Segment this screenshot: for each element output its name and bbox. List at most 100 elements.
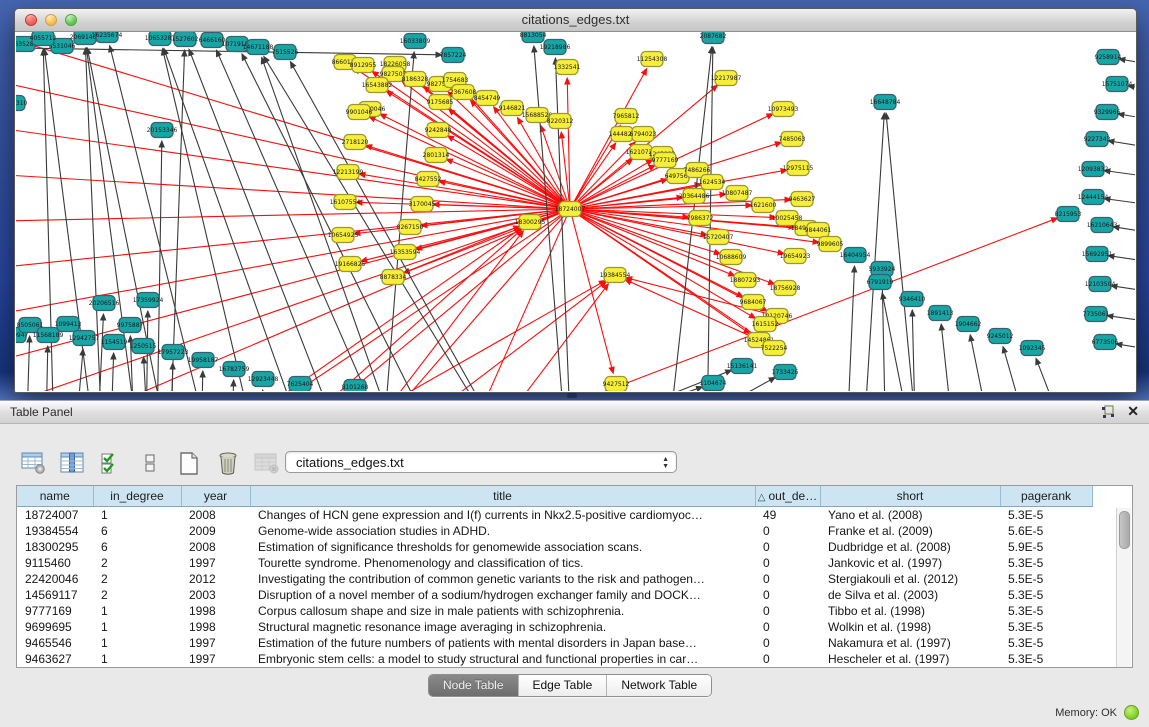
graph-node[interactable]: 6794023	[630, 127, 657, 142]
memory-ok-indicator-icon[interactable]	[1124, 705, 1139, 720]
graph-node[interactable]: 12975115	[783, 161, 814, 176]
graph-node[interactable]: 9463627	[789, 192, 816, 207]
graph-node[interactable]: 17957223	[158, 345, 189, 360]
graph-node[interactable]: 16543882	[362, 78, 393, 93]
graph-node[interactable]: 11254308	[637, 52, 668, 67]
graph-node[interactable]: 9427512	[603, 377, 630, 392]
table-cell[interactable]: 14569117	[17, 587, 93, 603]
graph-edge[interactable]	[76, 349, 83, 391]
graph-node[interactable]: 18807293	[730, 273, 761, 288]
table-cell[interactable]: 1998	[181, 619, 250, 635]
table-cell[interactable]: 5.3E-5	[1000, 587, 1092, 603]
column-header-in-degree[interactable]: in_degree	[93, 486, 181, 507]
graph-edge[interactable]	[1116, 344, 1135, 352]
graph-edge[interactable]	[625, 280, 759, 340]
graph-node[interactable]: 16404954	[840, 248, 871, 263]
table-cell[interactable]: Estimation of the future numbers of pati…	[250, 635, 755, 651]
graph-node[interactable]: 16353594	[390, 245, 421, 260]
graph-node[interactable]: 15751074	[1102, 77, 1133, 92]
table-cell[interactable]: 49	[755, 507, 820, 524]
graph-node[interactable]: 1092345	[1019, 341, 1046, 356]
graph-node[interactable]: 15720407	[703, 230, 734, 245]
graph-node[interactable]: 20364486	[679, 189, 710, 204]
graph-node[interactable]: 9975887	[117, 318, 144, 333]
graph-node[interactable]: 4055712	[30, 32, 57, 46]
graph-node[interactable]: 1624534	[699, 175, 726, 190]
table-cell[interactable]: 5.3E-5	[1000, 507, 1092, 524]
graph-edge[interactable]	[111, 353, 114, 391]
table-settings-icon[interactable]	[20, 450, 46, 476]
table-cell[interactable]: de Silva et al. (2003)	[820, 587, 1000, 603]
table-cell[interactable]: 1997	[181, 635, 250, 651]
graph-node[interactable]: 1527602	[172, 32, 199, 47]
graph-node[interactable]: 7625404	[287, 377, 314, 392]
graph-edge[interactable]	[1104, 198, 1135, 207]
graph-node[interactable]: 1099413	[55, 317, 82, 332]
graph-node[interactable]: 9258914	[1095, 50, 1122, 65]
table-cell[interactable]: 2008	[181, 539, 250, 555]
graph-node[interactable]: 8813054	[520, 32, 547, 43]
select-columns-icon[interactable]	[59, 450, 85, 476]
graph-edge[interactable]	[261, 390, 263, 391]
tab-network-table[interactable]: Network Table	[607, 675, 711, 696]
graph-node[interactable]: 8215953	[1055, 207, 1082, 222]
table-cell[interactable]: Embryonic stem cells: a model to study s…	[250, 651, 755, 667]
table-cell[interactable]: Stergiakouli et al. (2012)	[820, 571, 1000, 587]
table-row[interactable]: 911546021997Tourette syndrome. Phenomeno…	[17, 555, 1092, 571]
table-cell[interactable]: 2003	[181, 587, 250, 603]
table-scrollbar[interactable]	[1116, 508, 1131, 667]
table-cell[interactable]: 2008	[181, 507, 250, 524]
graph-node[interactable]: 9777169	[652, 153, 679, 168]
graph-edge[interactable]	[189, 49, 376, 391]
table-cell[interactable]: 18724007	[17, 507, 93, 524]
graph-node[interactable]: 9901046	[346, 105, 373, 120]
table-cell[interactable]: 0	[755, 571, 820, 587]
graph-edge[interactable]	[171, 363, 173, 391]
node-table[interactable]: name in_degree year title △out_de… short…	[16, 485, 1133, 668]
graph-node[interactable]: 18756928	[770, 281, 801, 296]
splitter-handle[interactable]	[567, 393, 577, 398]
citation-network-graph[interactable]: 1872400718300295193845548660123891295518…	[16, 32, 1135, 391]
column-header-short[interactable]: short	[820, 486, 1000, 507]
graph-node[interactable]: 12444154	[1078, 190, 1109, 205]
graph-node[interactable]: 15692951	[1082, 247, 1113, 262]
table-cell[interactable]: 1997	[181, 651, 250, 667]
graph-node[interactable]: 9329966	[1094, 105, 1121, 120]
graph-edge[interactable]	[231, 380, 234, 391]
table-cell[interactable]: 1	[93, 635, 181, 651]
graph-node[interactable]: 16235674	[92, 32, 123, 43]
table-row[interactable]: 1938455462009Genome-wide association stu…	[17, 523, 1092, 539]
table-cell[interactable]: 9465546	[17, 635, 93, 651]
graph-node[interactable]: 8454749	[474, 91, 501, 106]
graph-edge[interactable]	[216, 209, 570, 391]
graph-node[interactable]: 6791919	[867, 275, 894, 290]
table-cell[interactable]: Jankovic et al. (1997)	[820, 555, 1000, 571]
graph-edge[interactable]	[941, 324, 956, 391]
table-cell[interactable]: 5.3E-5	[1000, 555, 1092, 571]
graph-node[interactable]: 7515526	[272, 45, 299, 60]
close-panel-icon[interactable]: ✕	[1127, 403, 1139, 420]
graph-node[interactable]: 19218986	[540, 40, 571, 55]
table-cell[interactable]: 5.3E-5	[1000, 635, 1092, 651]
graph-edge[interactable]	[46, 346, 48, 391]
graph-node[interactable]: 15136141	[727, 359, 758, 374]
table-cell[interactable]: Franke et al. (2009)	[820, 523, 1000, 539]
graph-node[interactable]: 12213199	[333, 165, 364, 180]
table-cell[interactable]: 9777169	[17, 603, 93, 619]
table-cell[interactable]: Tibbo et al. (1998)	[820, 603, 1000, 619]
table-cell[interactable]: Tourette syndrome. Phenomenology and cla…	[250, 555, 755, 571]
graph-node[interactable]: 12093832	[1078, 162, 1109, 177]
table-row[interactable]: 946362711997Embryonic stem cells: a mode…	[17, 651, 1092, 667]
table-cell[interactable]: 0	[755, 651, 820, 667]
table-cell[interactable]: Dudbridge et al. (2008)	[820, 539, 1000, 555]
graph-node[interactable]: 20206516	[89, 296, 120, 311]
graph-node[interactable]: 16648784	[870, 95, 901, 110]
table-cell[interactable]: Investigating the contribution of common…	[250, 571, 755, 587]
table-cell[interactable]: 22420046	[17, 571, 93, 587]
table-cell[interactable]: 9463627	[17, 651, 93, 667]
graph-node[interactable]: 10973493	[768, 102, 799, 117]
table-cell[interactable]: 1997	[181, 555, 250, 571]
table-row[interactable]: 946554611997Estimation of the future num…	[17, 635, 1092, 651]
table-cell[interactable]: 6	[93, 539, 181, 555]
table-cell[interactable]: 18300295	[17, 539, 93, 555]
